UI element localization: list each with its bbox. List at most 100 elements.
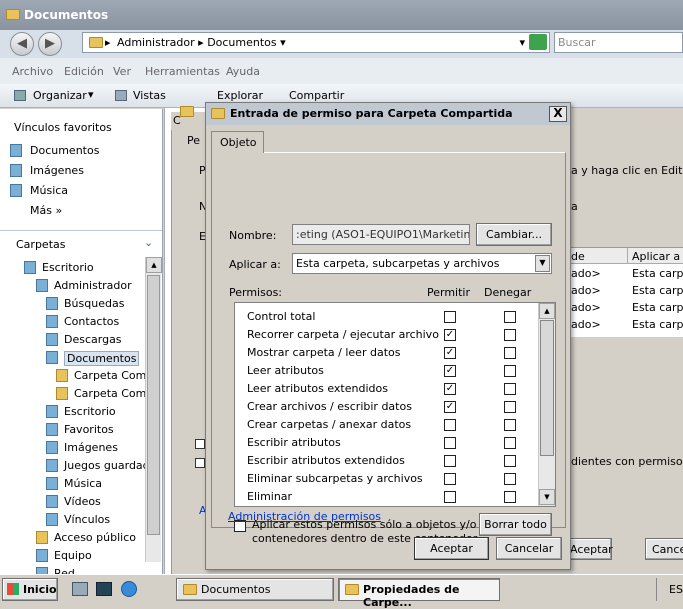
chevron-down-icon[interactable]: ▼ [535,255,550,272]
cancel-button[interactable]: Cancelar [496,537,562,560]
menu-edicion[interactable]: Edición [64,65,104,78]
favorite-documentos[interactable]: Documentos [30,144,99,157]
dropdown-icon[interactable]: ▾ [519,36,525,49]
table-row[interactable]: ado> Esta carp [571,266,683,283]
refresh-icon[interactable] [529,34,547,50]
allow-checkbox[interactable]: ✓ [444,383,456,395]
table-header[interactable]: de [571,250,585,263]
explore-button[interactable]: Explorar [217,89,263,102]
address-box[interactable]: ▸ Administrador ▸ Documentos ▾ ▾ [82,32,550,53]
scroll-up-button[interactable]: ▲ [146,257,162,273]
apply-to-select[interactable]: Esta carpeta, subcarpetas y archivos ▼ [292,253,552,274]
tree-item[interactable]: Descargas [64,333,122,346]
tree-item[interactable]: Juegos guardado [64,459,145,472]
tree-item[interactable]: Búsquedas [64,297,124,310]
background-cancel-button[interactable]: Cance [645,538,683,560]
more-link[interactable]: Más » [30,204,62,217]
manage-permissions-link[interactable]: Administración de permisos [228,510,381,523]
task-label[interactable]: Propiedades de Carpe... [363,583,460,609]
server-manager-icon[interactable] [72,582,88,596]
table-row[interactable]: ado> Esta carp [571,283,683,300]
table-row[interactable]: ado> Esta carp [571,317,683,334]
deny-checkbox[interactable] [504,383,516,395]
views-button[interactable]: Vistas [133,89,166,102]
browser-icon[interactable] [121,581,137,597]
menu-herramientas[interactable]: Herramientas [145,65,220,78]
start-label[interactable]: Inicio [23,583,57,596]
ace-table[interactable]: de Aplicar a ado> Esta carp ado> Esta carp a… [571,247,683,337]
task-documentos[interactable]: Documentos [176,578,334,601]
tree-item[interactable]: Escritorio [64,405,116,418]
tree-item[interactable]: Carpeta Comp [74,387,145,400]
tree-item[interactable]: Música [64,477,102,490]
checkbox[interactable] [195,458,205,468]
favorite-musica[interactable]: Música [30,184,68,197]
change-button[interactable]: Cambiar... [476,223,552,246]
task-label[interactable]: Documentos [201,583,270,596]
tree-item[interactable]: Red [54,567,75,574]
allow-checkbox[interactable] [444,437,456,449]
deny-checkbox[interactable] [504,419,516,431]
deny-checkbox[interactable] [504,437,516,449]
allow-checkbox[interactable]: ✓ [444,365,456,377]
allow-checkbox[interactable] [444,491,456,503]
tree-item[interactable]: Vínculos [64,513,110,526]
checkbox[interactable] [195,439,205,449]
deny-checkbox[interactable] [504,365,516,377]
tree-item[interactable]: Administrador [54,279,132,292]
search-input[interactable]: Buscar [554,32,683,53]
tree-item[interactable]: Favoritos [64,423,114,436]
share-button[interactable]: Compartir [289,89,344,102]
forward-button[interactable]: ▶ [38,32,62,56]
deny-checkbox[interactable] [504,473,516,485]
tree-item[interactable]: Escritorio [42,261,94,274]
address-crumb[interactable]: Documentos [207,36,276,49]
back-button[interactable]: ◀ [10,32,34,56]
start-button[interactable]: Inicio [2,578,58,601]
deny-checkbox[interactable] [504,491,516,503]
permissions-scrollbar[interactable]: ▲ ▼ [538,303,555,506]
tree-scrollbar[interactable]: ▲ [145,257,162,562]
menu-archivo[interactable]: Archivo [12,65,53,78]
language-indicator[interactable]: ES [656,578,683,601]
deny-checkbox[interactable] [504,401,516,413]
allow-checkbox[interactable]: ✓ [444,401,456,413]
tree-item[interactable]: Vídeos [64,495,101,508]
background-accept-button[interactable]: Aceptar [570,538,613,560]
table-row[interactable]: ado> Esta carp [571,300,683,317]
deny-checkbox[interactable] [504,311,516,323]
scroll-up-button[interactable]: ▲ [539,303,555,319]
allow-checkbox[interactable] [444,473,456,485]
allow-checkbox[interactable] [444,419,456,431]
organize-button[interactable]: Organizar [33,89,87,102]
task-properties[interactable]: Propiedades de Carpe... [338,578,500,609]
deny-checkbox[interactable] [504,329,516,341]
close-button[interactable]: X [549,106,567,122]
tree-item[interactable]: Contactos [64,315,119,328]
allow-checkbox[interactable] [444,455,456,467]
menu-ayuda[interactable]: Ayuda [226,65,260,78]
permissions-list[interactable]: ▲ ▼ Control total Recorrer carpeta / ejec… [234,302,556,507]
tree-item[interactable]: Documentos [64,351,140,366]
more-label[interactable]: Más [30,204,52,217]
command-prompt-icon[interactable] [96,582,112,596]
favorite-imagenes[interactable]: Imágenes [30,164,84,177]
clear-all-button[interactable]: Borrar todo [479,513,552,536]
tree-item[interactable]: Imágenes [64,441,118,454]
tree-item[interactable]: Equipo [54,549,92,562]
tab-objeto[interactable]: Objeto [211,131,264,153]
chevron-down-icon[interactable]: ⌄ [144,236,153,249]
table-header[interactable]: Aplicar a [632,250,680,263]
scroll-thumb[interactable] [540,320,554,456]
menu-ver[interactable]: Ver [113,65,131,78]
address-crumb[interactable]: Administrador [117,36,195,49]
tree-item[interactable]: Acceso público [54,531,136,544]
allow-checkbox[interactable]: ✓ [444,329,456,341]
deny-checkbox[interactable] [504,347,516,359]
deny-checkbox[interactable] [504,455,516,467]
scroll-thumb[interactable] [147,275,160,535]
allow-checkbox[interactable] [444,311,456,323]
scroll-down-button[interactable]: ▼ [539,489,555,505]
allow-checkbox[interactable]: ✓ [444,347,456,359]
tree-item[interactable]: Carpeta Comp [74,369,145,382]
